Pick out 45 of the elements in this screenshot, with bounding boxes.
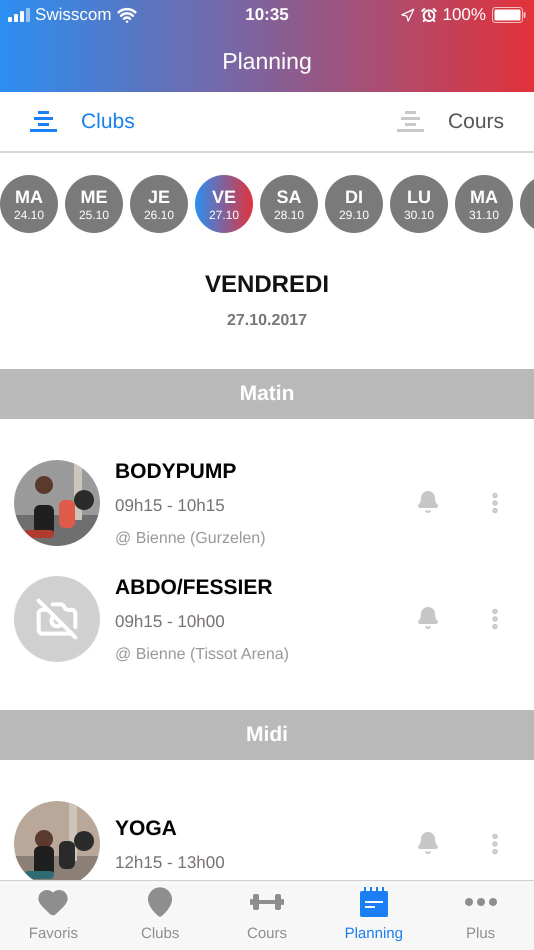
day-chip[interactable]: JE 26.10	[130, 175, 188, 233]
class-name: BODYPUMP	[115, 458, 238, 484]
segment-tab[interactable]: Clubs	[30, 106, 135, 138]
bell-icon[interactable]	[416, 831, 440, 855]
class-time: 12h15 - 13h00	[115, 852, 226, 874]
stack-icon	[30, 110, 57, 132]
day-chip[interactable]: ME 25.10	[65, 175, 123, 233]
location-arrow-icon	[400, 8, 414, 22]
class-name: ABDO/FESSIER	[115, 574, 274, 600]
camera-off-icon	[35, 597, 79, 641]
battery-icon	[492, 7, 526, 23]
tab-bar-item[interactable]: Plus	[427, 881, 534, 950]
tab-bar-item[interactable]: Clubs	[106, 881, 214, 950]
full-date: 27.10.2017	[226, 311, 308, 331]
page-title: Planning	[222, 46, 312, 76]
dumbbell-icon	[250, 892, 284, 912]
day-chip[interactable]: LU 30.10	[390, 175, 448, 233]
day-chip[interactable]: VE 27.10	[195, 175, 253, 233]
tab-bar-item[interactable]: Favoris	[0, 881, 107, 950]
carrier-name: Swisscom	[35, 4, 112, 26]
calendar-icon	[360, 887, 388, 918]
class-location: @ Bienne (Gurzelen)	[115, 528, 267, 548]
wifi-icon	[116, 5, 137, 25]
section-header: Midi	[0, 710, 534, 760]
alarm-icon	[420, 7, 436, 23]
more-icon	[464, 898, 497, 906]
day-chip[interactable]: MA 24.10	[0, 175, 58, 233]
tab-bar-item[interactable]: Cours	[214, 881, 320, 950]
weekday-heading: VENDREDI	[204, 270, 330, 300]
day-chip[interactable]: DI 29.10	[325, 175, 383, 233]
stack-icon	[396, 110, 424, 132]
bell-icon[interactable]	[416, 606, 440, 630]
section-header: Matin	[0, 369, 534, 419]
segment-tab[interactable]: Cours	[396, 106, 504, 138]
battery-percent: 100%	[442, 4, 486, 26]
class-name: YOGA	[115, 816, 178, 842]
day-chip[interactable]: SA 28.10	[260, 175, 318, 233]
bell-icon[interactable]	[416, 490, 440, 514]
class-time: 09h15 - 10h15	[115, 495, 226, 517]
class-time: 09h15 - 10h00	[115, 611, 226, 633]
tab-bar-item[interactable]: Planning	[320, 881, 428, 950]
day-chip[interactable]: MA 31.10	[455, 175, 513, 233]
class-location: @ Bienne (Tissot Arena)	[115, 644, 290, 664]
clock-time: 10:35	[245, 4, 289, 26]
signal-icon	[8, 8, 30, 22]
